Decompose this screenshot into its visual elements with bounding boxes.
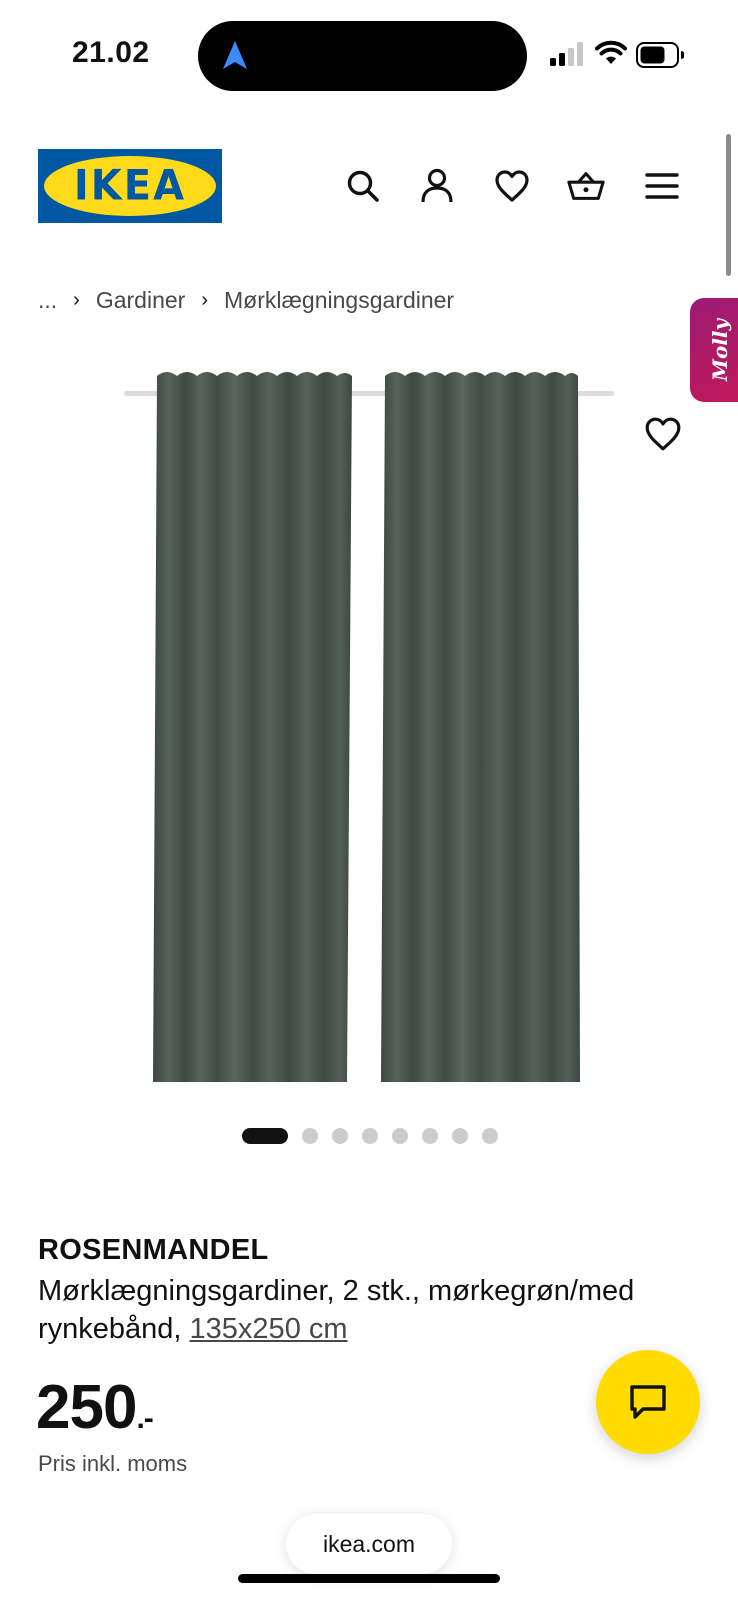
site-header: IKEA xyxy=(0,130,738,240)
price-note: Pris inkl. moms xyxy=(38,1451,188,1476)
right-curtain xyxy=(381,372,580,1082)
product-description: Mørklægningsgardiner, 2 stk., mørkegrøn/… xyxy=(38,1272,718,1348)
menu-icon[interactable] xyxy=(643,167,681,205)
ikea-logo[interactable]: IKEA xyxy=(38,149,222,223)
carousel-dot-3[interactable] xyxy=(332,1128,348,1144)
status-bar: 21.02 xyxy=(0,0,738,110)
product-price: 250.- xyxy=(36,1372,154,1443)
chevron-right-icon: › xyxy=(201,288,208,311)
wifi-icon xyxy=(595,40,627,64)
wishlist-heart-icon[interactable] xyxy=(493,167,531,205)
battery-icon xyxy=(636,42,684,68)
cellular-signal-icon xyxy=(550,42,583,66)
browser-url-bar[interactable]: ikea.com xyxy=(286,1514,452,1574)
account-icon[interactable] xyxy=(418,167,456,205)
carousel-pagination xyxy=(242,1128,498,1144)
price-value: 250 xyxy=(36,1373,137,1442)
product-brand: ROSENMANDEL xyxy=(38,1234,269,1266)
breadcrumb-ellipsis[interactable]: ... xyxy=(38,287,57,314)
carousel-dot-5[interactable] xyxy=(392,1128,408,1144)
carousel-dot-7[interactable] xyxy=(452,1128,468,1144)
carousel-dot-1[interactable] xyxy=(242,1128,288,1144)
carousel-dot-6[interactable] xyxy=(422,1128,438,1144)
carousel-dot-4[interactable] xyxy=(362,1128,378,1144)
page-scrollbar[interactable] xyxy=(726,134,731,276)
chat-icon xyxy=(630,1385,666,1419)
search-icon[interactable] xyxy=(344,167,382,205)
price-suffix: .- xyxy=(136,1402,153,1435)
breadcrumb: ... › Gardiner › Mørklægningsgardiner xyxy=(38,282,454,318)
dynamic-island xyxy=(198,21,527,91)
chat-button[interactable] xyxy=(596,1350,700,1454)
carousel-dot-2[interactable] xyxy=(302,1128,318,1144)
shopping-basket-icon[interactable] xyxy=(567,167,605,205)
navigation-arrow-icon xyxy=(223,41,247,69)
product-image[interactable] xyxy=(0,360,738,1100)
chevron-right-icon: › xyxy=(73,288,80,311)
carousel-dot-8[interactable] xyxy=(482,1128,498,1144)
left-curtain xyxy=(153,372,352,1082)
product-size-link[interactable]: 135x250 cm xyxy=(190,1313,348,1345)
logo-text: IKEA xyxy=(73,161,187,211)
favorite-heart-icon[interactable] xyxy=(644,416,682,452)
breadcrumb-item-gardiner[interactable]: Gardiner xyxy=(96,287,185,314)
status-time: 21.02 xyxy=(72,36,150,69)
breadcrumb-item-morklaegningsgardiner[interactable]: Mørklægningsgardiner xyxy=(224,287,454,314)
logo-oval: IKEA xyxy=(44,156,216,216)
home-indicator[interactable] xyxy=(238,1574,500,1583)
